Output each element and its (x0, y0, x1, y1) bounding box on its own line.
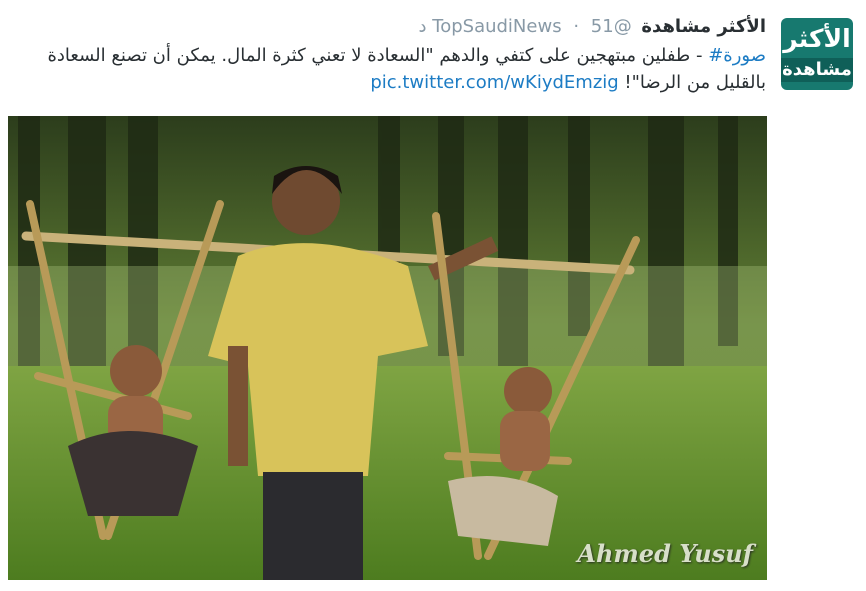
tweet-text: صورة# - طفلين مبتهجين على كتفي والدهم "ا… (26, 42, 766, 96)
hashtag-link[interactable]: صورة# (708, 45, 766, 66)
photo-illustration (8, 116, 767, 580)
tweet: الأكثر مشاهدة الأكثر مشاهدة @TopSaudiNew… (0, 0, 866, 591)
photo-watermark: Ahmed Yusuf (577, 539, 753, 568)
avatar-text-bottom: مشاهدة (781, 58, 853, 82)
tweet-header: الأكثر مشاهدة @TopSaudiNews · 51 د (419, 14, 766, 40)
header-separator: · (573, 16, 580, 37)
media-link[interactable]: pic.twitter.com/wKiydEmzig (370, 72, 618, 93)
tweet-photo[interactable]: Ahmed Yusuf (8, 116, 767, 580)
avatar-text-top: الأكثر (783, 24, 851, 53)
account-name[interactable]: الأكثر مشاهدة (641, 16, 766, 37)
account-avatar[interactable]: الأكثر مشاهدة (781, 18, 853, 90)
